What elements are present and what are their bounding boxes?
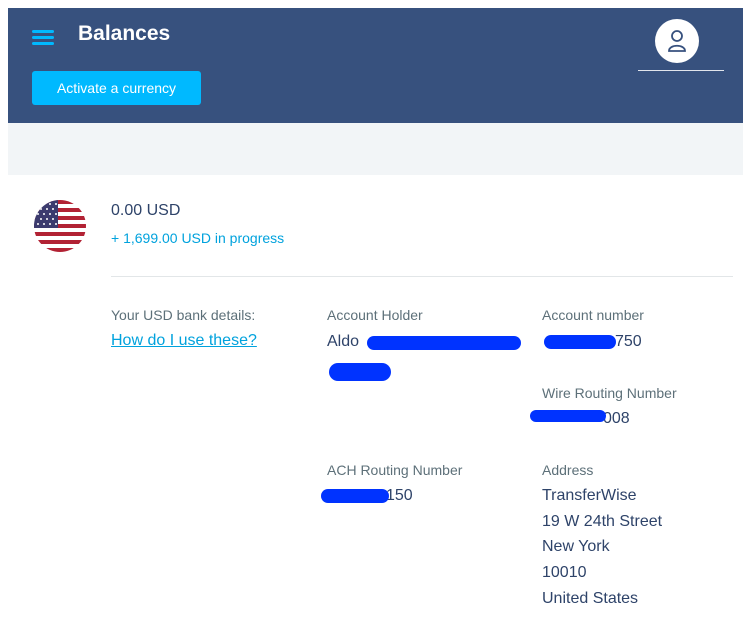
account-holder-value: Aldo [327, 333, 360, 350]
avatar-underline [638, 70, 724, 71]
account-holder-label: Account Holder [327, 307, 423, 323]
account-number-label: Account number [542, 307, 644, 323]
wire-routing-label: Wire Routing Number [542, 385, 677, 401]
address-line: TransferWise [542, 487, 637, 504]
address-line: 10010 [542, 564, 587, 581]
app-header: Balances Activate a currency [8, 8, 743, 123]
account-number-value: 750 [615, 333, 642, 350]
section-divider [111, 276, 733, 277]
toolbar-band [8, 123, 743, 175]
address-line: United States [542, 590, 639, 607]
address-line: 19 W 24th Street [542, 513, 663, 530]
user-avatar-icon[interactable] [655, 19, 699, 63]
redaction-mark [544, 335, 616, 349]
cropped-top-region [0, 0, 743, 8]
ach-routing-value: 150 [386, 487, 413, 504]
page-title: Balances [78, 22, 171, 45]
wire-routing-value: 008 [603, 410, 630, 427]
bank-details-label: Your USD bank details: [111, 307, 256, 323]
address-label: Address [542, 462, 594, 478]
us-flag-icon [34, 200, 86, 252]
redaction-mark [530, 410, 606, 422]
hamburger-menu-icon[interactable] [32, 28, 54, 46]
balance-amount: 0.00 USD [111, 202, 181, 219]
pending-amount: + 1,699.00 USD in progress [111, 230, 285, 246]
redaction-mark [367, 336, 521, 350]
how-to-use-link[interactable]: How do I use these? [111, 332, 257, 350]
redaction-mark [329, 363, 391, 381]
ach-routing-label: ACH Routing Number [327, 462, 463, 478]
address-line: New York [542, 538, 610, 555]
activate-currency-button[interactable]: Activate a currency [32, 71, 201, 105]
redaction-mark [321, 489, 389, 503]
